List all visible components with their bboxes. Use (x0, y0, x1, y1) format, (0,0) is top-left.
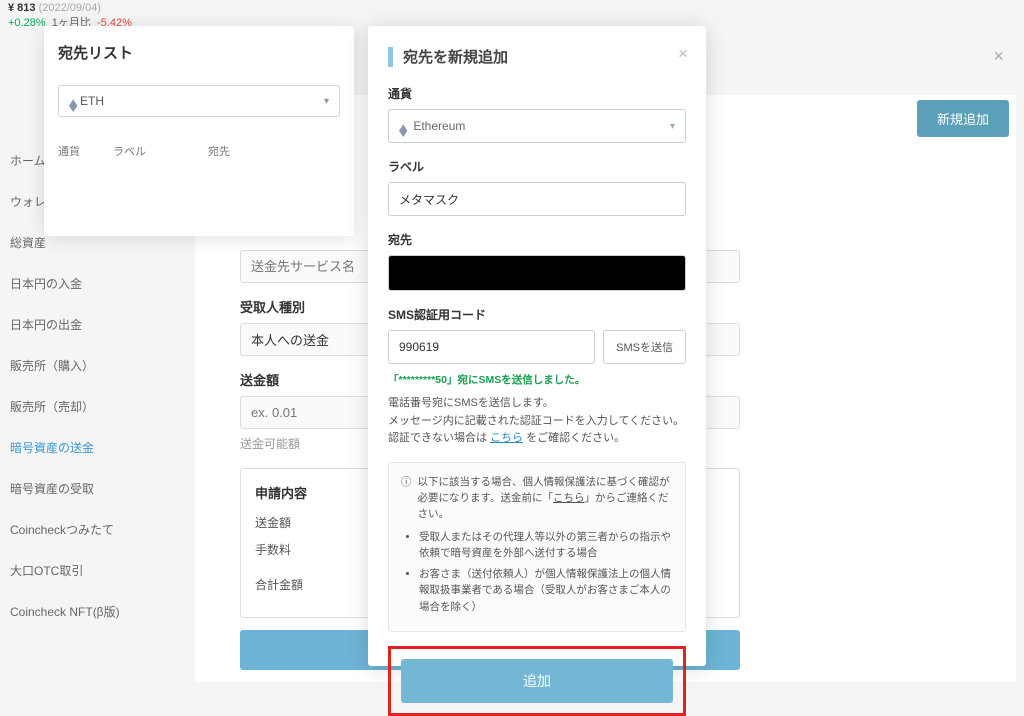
label-label: ラベル (388, 158, 686, 175)
sms-help-text: 電話番号宛にSMSを送信します。 メッセージ内に記載された認証コードを入力してく… (388, 395, 686, 448)
privacy-notice: ⓘ 以下に該当する場合、個人情報保護法に基づく確認が必要になります。送金前に「こ… (388, 462, 686, 632)
modal-title: 宛先を新規追加 (388, 46, 686, 67)
ethereum-icon (69, 93, 80, 110)
sidebar-item-jpy-withdraw[interactable]: 日本円の出金 (0, 304, 140, 345)
sms-code-label: SMS認証用コード (388, 306, 686, 323)
sidebar-item-crypto-receive[interactable]: 暗号資産の受取 (0, 468, 140, 509)
chevron-down-icon: ▾ (670, 121, 675, 132)
currency-dropdown[interactable]: ETH ▾ (58, 85, 340, 117)
currency-select[interactable]: Ethereum ▾ (388, 109, 686, 143)
panel-close-icon[interactable]: × (993, 46, 1004, 67)
address-list-title: 宛先リスト (58, 42, 340, 63)
notice-link[interactable]: こちら (553, 492, 585, 504)
info-icon: ⓘ (401, 474, 412, 523)
sms-help-link[interactable]: こちら (490, 432, 523, 444)
submit-highlight: 追加 (388, 646, 686, 716)
address-label: 宛先 (388, 231, 686, 248)
sidebar-item-jpy-deposit[interactable]: 日本円の入金 (0, 263, 140, 304)
col-address: 宛先 (208, 143, 340, 159)
sidebar-item-sell[interactable]: 販売所（売却） (0, 386, 140, 427)
address-input[interactable] (388, 255, 686, 291)
add-address-modal: × 宛先を新規追加 通貨 Ethereum ▾ ラベル 宛先 SMS認証用コード… (368, 26, 706, 666)
col-currency: 通貨 (58, 143, 113, 159)
currency-dropdown-value: ETH (80, 94, 104, 108)
sidebar-item-otc[interactable]: 大口OTC取引 (0, 550, 140, 591)
sidebar-item-crypto-send[interactable]: 暗号資産の送金 (0, 427, 140, 468)
sms-code-input[interactable] (388, 330, 595, 364)
sms-sent-message: 「*********50」宛にSMSを送信しました。 (388, 372, 686, 387)
col-label: ラベル (113, 143, 208, 159)
close-icon[interactable]: × (678, 44, 688, 64)
sidebar-item-tsumitate[interactable]: Coincheckつみたて (0, 509, 140, 550)
address-list-modal: 宛先リスト ETH ▾ 通貨 ラベル 宛先 (44, 26, 354, 236)
new-add-button[interactable]: 新規追加 (917, 100, 1009, 137)
currency-select-value: Ethereum (413, 119, 465, 133)
add-button[interactable]: 追加 (401, 659, 673, 703)
ethereum-icon (399, 118, 410, 135)
address-list-header: 通貨 ラベル 宛先 (58, 143, 340, 159)
sidebar-item-nft[interactable]: Coincheck NFT(β版) (0, 591, 140, 632)
notice-item-2: お客さま（送付依頼人）が個人情報保護法上の個人情報取扱事業者である場合（受取人が… (419, 566, 673, 615)
sidebar-item-buy[interactable]: 販売所（購入） (0, 345, 140, 386)
send-sms-button[interactable]: SMSを送信 (603, 330, 686, 364)
label-input[interactable] (388, 182, 686, 216)
currency-label: 通貨 (388, 85, 686, 102)
notice-item-1: 受取人またはその代理人等以外の第三者からの指示や依頼で暗号資産を外部へ送付する場… (419, 529, 673, 562)
chevron-down-icon: ▾ (324, 96, 329, 107)
